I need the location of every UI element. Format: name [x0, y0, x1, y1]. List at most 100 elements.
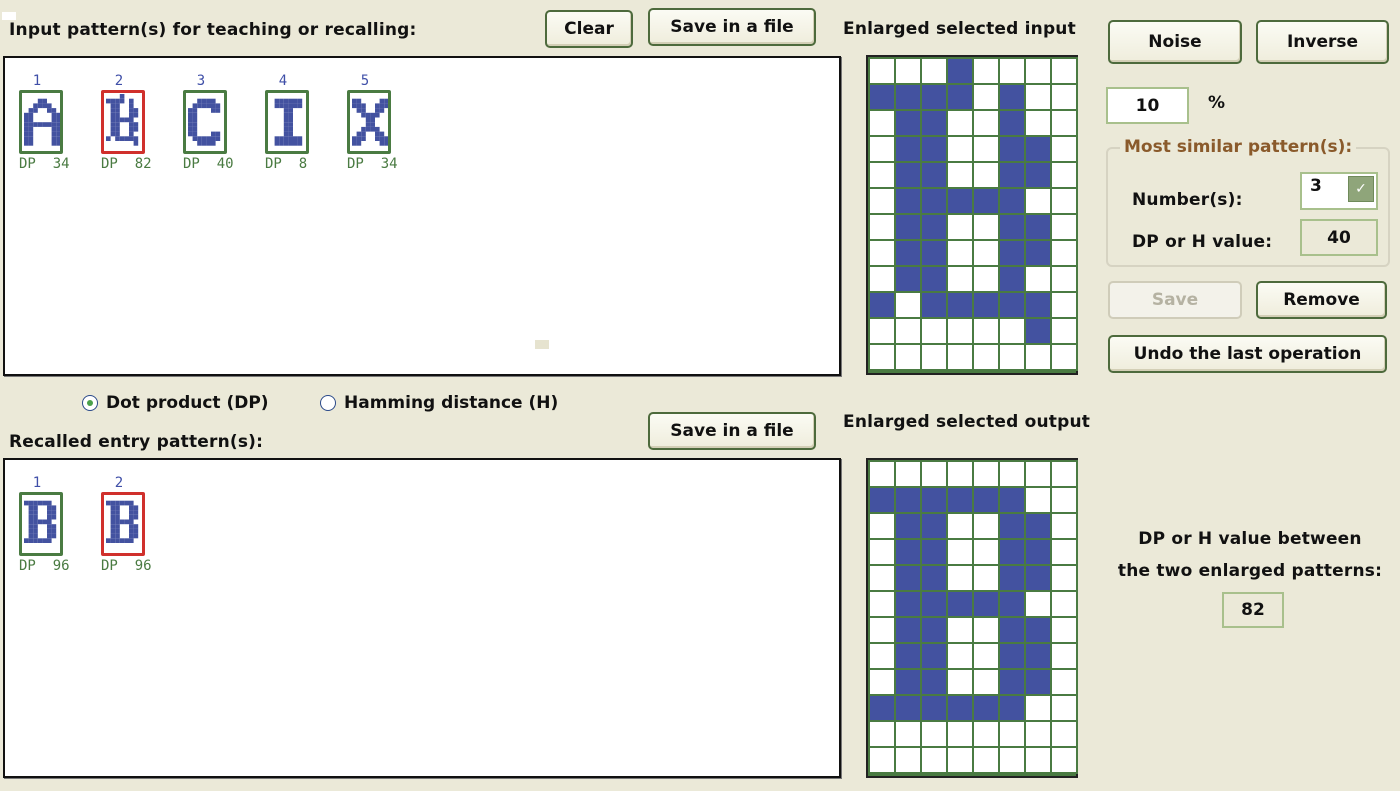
pixel-on[interactable] — [922, 618, 946, 642]
pixel-on[interactable] — [896, 696, 920, 720]
pixel-off[interactable] — [948, 644, 972, 668]
pixel-off[interactable] — [896, 319, 920, 343]
pixel-off[interactable] — [1026, 748, 1050, 772]
pixel-on[interactable] — [1000, 163, 1024, 187]
numbers-select[interactable]: 3 ✓ — [1300, 172, 1378, 210]
pixel-on[interactable] — [948, 85, 972, 109]
pixel-off[interactable] — [1026, 462, 1050, 486]
pixel-off[interactable] — [1052, 189, 1076, 213]
pixel-off[interactable] — [870, 345, 894, 369]
pixel-on[interactable] — [1000, 137, 1024, 161]
pixel-off[interactable] — [1052, 566, 1076, 590]
pixel-off[interactable] — [1052, 592, 1076, 616]
pixel-off[interactable] — [1052, 488, 1076, 512]
pixel-on[interactable] — [896, 85, 920, 109]
pixel-off[interactable] — [974, 319, 998, 343]
pixel-off[interactable] — [1052, 241, 1076, 265]
pixel-off[interactable] — [870, 618, 894, 642]
pixel-off[interactable] — [1026, 267, 1050, 291]
pixel-on[interactable] — [896, 163, 920, 187]
pattern-frame[interactable] — [265, 90, 309, 154]
pixel-on[interactable] — [922, 514, 946, 538]
hamming-distance-radio[interactable]: Hamming distance (H) — [320, 393, 558, 413]
pixel-off[interactable] — [974, 644, 998, 668]
pixel-off[interactable] — [922, 748, 946, 772]
pixel-on[interactable] — [1000, 670, 1024, 694]
pixel-off[interactable] — [1052, 137, 1076, 161]
input-pattern-thumbnail[interactable]: 5 DP 34 — [347, 72, 405, 172]
save-button[interactable]: Save — [1108, 281, 1242, 319]
pixel-off[interactable] — [870, 514, 894, 538]
pixel-off[interactable] — [1000, 462, 1024, 486]
pixel-off[interactable] — [1052, 163, 1076, 187]
pixel-off[interactable] — [1052, 644, 1076, 668]
pixel-off[interactable] — [896, 345, 920, 369]
pixel-on[interactable] — [1000, 293, 1024, 317]
noise-percent-input[interactable]: 10 — [1106, 87, 1189, 124]
pixel-off[interactable] — [1026, 189, 1050, 213]
pixel-on[interactable] — [1000, 85, 1024, 109]
pixel-off[interactable] — [870, 137, 894, 161]
pixel-off[interactable] — [974, 670, 998, 694]
pixel-on[interactable] — [948, 293, 972, 317]
pixel-off[interactable] — [1052, 345, 1076, 369]
pixel-on[interactable] — [896, 566, 920, 590]
pixel-off[interactable] — [974, 59, 998, 83]
pixel-off[interactable] — [870, 111, 894, 135]
pixel-on[interactable] — [1000, 514, 1024, 538]
pixel-on[interactable] — [1026, 670, 1050, 694]
pixel-off[interactable] — [948, 319, 972, 343]
pixel-on[interactable] — [922, 163, 946, 187]
pixel-on[interactable] — [1000, 566, 1024, 590]
pixel-on[interactable] — [896, 189, 920, 213]
enlarged-output-grid[interactable] — [866, 458, 1078, 778]
pixel-on[interactable] — [1026, 566, 1050, 590]
pixel-off[interactable] — [1052, 618, 1076, 642]
pixel-off[interactable] — [870, 592, 894, 616]
pixel-on[interactable] — [1000, 592, 1024, 616]
enlarged-input-grid[interactable] — [866, 55, 1078, 375]
pixel-off[interactable] — [870, 163, 894, 187]
chevron-down-icon[interactable]: ✓ — [1348, 176, 1374, 202]
pixel-off[interactable] — [1026, 111, 1050, 135]
pixel-off[interactable] — [974, 163, 998, 187]
selected-pattern-frame[interactable] — [101, 492, 145, 556]
pixel-off[interactable] — [974, 137, 998, 161]
pixel-off[interactable] — [1026, 592, 1050, 616]
pixel-on[interactable] — [1000, 488, 1024, 512]
pixel-on[interactable] — [896, 618, 920, 642]
pixel-off[interactable] — [1052, 722, 1076, 746]
pixel-off[interactable] — [948, 670, 972, 694]
pixel-off[interactable] — [1000, 748, 1024, 772]
pixel-off[interactable] — [948, 514, 972, 538]
pixel-on[interactable] — [896, 540, 920, 564]
pixel-off[interactable] — [1052, 267, 1076, 291]
pixel-on[interactable] — [922, 241, 946, 265]
pixel-off[interactable] — [896, 293, 920, 317]
pixel-off[interactable] — [1052, 293, 1076, 317]
pixel-off[interactable] — [870, 462, 894, 486]
pixel-on[interactable] — [948, 59, 972, 83]
pixel-off[interactable] — [948, 267, 972, 291]
pixel-on[interactable] — [922, 644, 946, 668]
pixel-on[interactable] — [922, 696, 946, 720]
pixel-off[interactable] — [1000, 722, 1024, 746]
pixel-off[interactable] — [1000, 345, 1024, 369]
input-pattern-thumbnail[interactable]: 1 DP 34 — [19, 72, 77, 172]
pixel-off[interactable] — [1052, 696, 1076, 720]
input-pattern-thumbnail[interactable]: 2 DP 82 — [101, 72, 159, 172]
pixel-off[interactable] — [870, 267, 894, 291]
pixel-off[interactable] — [948, 241, 972, 265]
pixel-off[interactable] — [974, 722, 998, 746]
pixel-off[interactable] — [1052, 215, 1076, 239]
pixel-on[interactable] — [922, 215, 946, 239]
remove-button[interactable]: Remove — [1256, 281, 1387, 319]
pixel-off[interactable] — [974, 85, 998, 109]
input-pattern-thumbnail[interactable]: 3 DP 40 — [183, 72, 241, 172]
pixel-on[interactable] — [948, 592, 972, 616]
pixel-off[interactable] — [974, 345, 998, 369]
pixel-on[interactable] — [948, 696, 972, 720]
pixel-on[interactable] — [922, 137, 946, 161]
save-recalled-file-button[interactable]: Save in a file — [648, 412, 816, 450]
pixel-on[interactable] — [1000, 540, 1024, 564]
